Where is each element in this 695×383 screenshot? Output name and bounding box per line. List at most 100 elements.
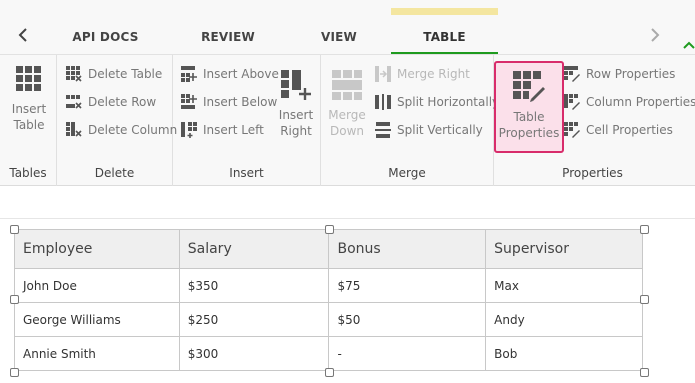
document-top-strip <box>0 187 695 219</box>
scroll-tabs-right-button[interactable] <box>640 20 670 50</box>
table-cell[interactable]: $75 <box>328 268 487 303</box>
insert-below-button[interactable]: Insert Below <box>181 91 277 113</box>
group-properties-label: Properties <box>562 166 623 180</box>
delete-table-icon <box>66 66 82 82</box>
insert-right-button[interactable]: Insert Right <box>276 61 316 139</box>
table-cell[interactable]: Annie Smith <box>14 336 180 371</box>
resize-handle-middle-left[interactable] <box>10 295 19 304</box>
insert-table-label-1: Insert <box>11 102 47 116</box>
group-properties: Table Properties Row Properties Column P… <box>494 55 695 186</box>
cell-properties-icon <box>564 122 580 138</box>
insert-table-label-2: Table <box>13 118 45 132</box>
table-cell[interactable]: John Doe <box>14 268 180 303</box>
insert-above-button[interactable]: Insert Above <box>181 63 279 85</box>
split-horizontally-button[interactable]: Split Horizontally <box>375 91 499 113</box>
tab-table[interactable]: TABLE <box>391 20 498 54</box>
ribbon-tab-bar: API DOCS REVIEW VIEW TABLE <box>0 0 695 54</box>
insert-column-right-icon <box>281 70 311 100</box>
table-header-row: Employee Salary Bonus Supervisor <box>14 229 643 269</box>
delete-row-button[interactable]: Delete Row <box>66 91 156 113</box>
group-insert: Insert Above Insert Below Insert Left In… <box>173 55 321 186</box>
resize-handle-bottom-middle[interactable] <box>325 368 334 377</box>
split-horizontally-icon <box>375 94 391 110</box>
merge-down-button[interactable]: Merge Down <box>326 61 368 139</box>
chevron-left-icon <box>18 28 27 42</box>
tab-table-label: TABLE <box>423 29 466 44</box>
table-grid-icon <box>16 66 41 91</box>
table-cell[interactable]: - <box>328 336 487 371</box>
table-cell[interactable]: $350 <box>178 268 330 303</box>
header-cell-salary[interactable]: Salary <box>178 229 330 269</box>
insert-right-label-2: Right <box>280 124 312 138</box>
insert-row-above-icon <box>181 66 197 82</box>
cell-properties-button[interactable]: Cell Properties <box>564 119 673 141</box>
resize-handle-top-right[interactable] <box>640 225 649 234</box>
delete-table-button[interactable]: Delete Table <box>66 63 162 85</box>
table-properties-label-1: Table <box>513 110 545 124</box>
tab-view[interactable]: VIEW <box>290 20 388 53</box>
cell-properties-label: Cell Properties <box>586 123 673 137</box>
merge-right-icon <box>375 66 391 82</box>
insert-below-label: Insert Below <box>203 95 278 109</box>
header-cell-employee[interactable]: Employee <box>14 229 180 269</box>
table-cell[interactable]: Max <box>485 268 643 303</box>
table-properties-label-2: Properties <box>498 126 560 140</box>
employee-table[interactable]: Employee Salary Bonus Supervisor John Do… <box>14 229 643 371</box>
resize-handle-bottom-right[interactable] <box>640 368 649 377</box>
merge-down-icon <box>332 70 362 100</box>
split-vertically-icon <box>375 122 391 138</box>
resize-handle-top-left[interactable] <box>10 225 19 234</box>
insert-left-label: Insert Left <box>203 123 264 137</box>
table-properties-icon <box>513 71 545 102</box>
split-vertically-button[interactable]: Split Vertically <box>375 119 483 141</box>
table-ribbon: Insert Table Tables Delete Table Delete … <box>0 54 695 186</box>
table-properties-button[interactable]: Table Properties <box>494 61 564 153</box>
column-properties-label: Column Properties <box>586 95 695 109</box>
group-delete: Delete Table Delete Row Delete Column De… <box>57 55 177 186</box>
insert-left-button[interactable]: Insert Left <box>181 119 264 141</box>
tab-api-docs[interactable]: API DOCS <box>48 20 163 53</box>
group-merge-label: Merge <box>388 166 426 180</box>
group-tables-label: Tables <box>9 166 47 180</box>
delete-row-icon <box>66 95 82 109</box>
insert-table-button[interactable]: Insert Table <box>8 61 50 133</box>
collapse-ribbon-icon[interactable] <box>683 40 695 50</box>
row-properties-button[interactable]: Row Properties <box>564 63 675 85</box>
insert-row-below-icon <box>181 94 197 109</box>
resize-handle-top-middle[interactable] <box>325 225 334 234</box>
group-insert-label: Insert <box>229 166 264 180</box>
group-tables: Insert Table Tables <box>0 55 57 186</box>
header-cell-bonus[interactable]: Bonus <box>328 229 487 269</box>
table-cell[interactable]: Andy <box>485 302 643 337</box>
table-cell[interactable]: George Williams <box>14 302 180 337</box>
scroll-tabs-left-button[interactable] <box>8 20 38 50</box>
split-horizontally-label: Split Horizontally <box>397 95 500 109</box>
table-cell[interactable]: $300 <box>178 336 330 371</box>
table-row: John Doe $350 $75 Max <box>14 268 643 303</box>
delete-row-label: Delete Row <box>88 95 157 109</box>
chevron-right-icon <box>651 28 660 42</box>
merge-right-button[interactable]: Merge Right <box>375 63 470 85</box>
insert-column-left-icon <box>181 122 197 138</box>
resize-handle-middle-right[interactable] <box>640 295 649 304</box>
group-delete-label: Delete <box>94 166 135 180</box>
table-row: Annie Smith $300 - Bob <box>14 336 643 371</box>
row-properties-icon <box>564 66 580 82</box>
header-cell-supervisor[interactable]: Supervisor <box>485 229 643 269</box>
delete-table-label: Delete Table <box>88 67 163 81</box>
table-cell[interactable]: Bob <box>485 336 643 371</box>
delete-column-label: Delete Column <box>88 123 178 137</box>
column-properties-button[interactable]: Column Properties <box>564 91 695 113</box>
tab-review[interactable]: REVIEW <box>172 20 284 53</box>
merge-right-label: Merge Right <box>397 67 470 81</box>
table-cell[interactable]: $50 <box>328 302 487 337</box>
resize-handle-bottom-left[interactable] <box>10 368 19 377</box>
active-tab-highlight <box>391 8 498 15</box>
insert-above-label: Insert Above <box>203 67 279 81</box>
group-merge: Merge Down Merge Right Split Horizontall… <box>321 55 499 186</box>
table-cell[interactable]: $250 <box>178 302 330 337</box>
row-properties-label: Row Properties <box>586 67 676 81</box>
delete-column-button[interactable]: Delete Column <box>66 119 177 141</box>
insert-right-label-1: Insert <box>278 108 314 122</box>
table-row: George Williams $250 $50 Andy <box>14 302 643 337</box>
